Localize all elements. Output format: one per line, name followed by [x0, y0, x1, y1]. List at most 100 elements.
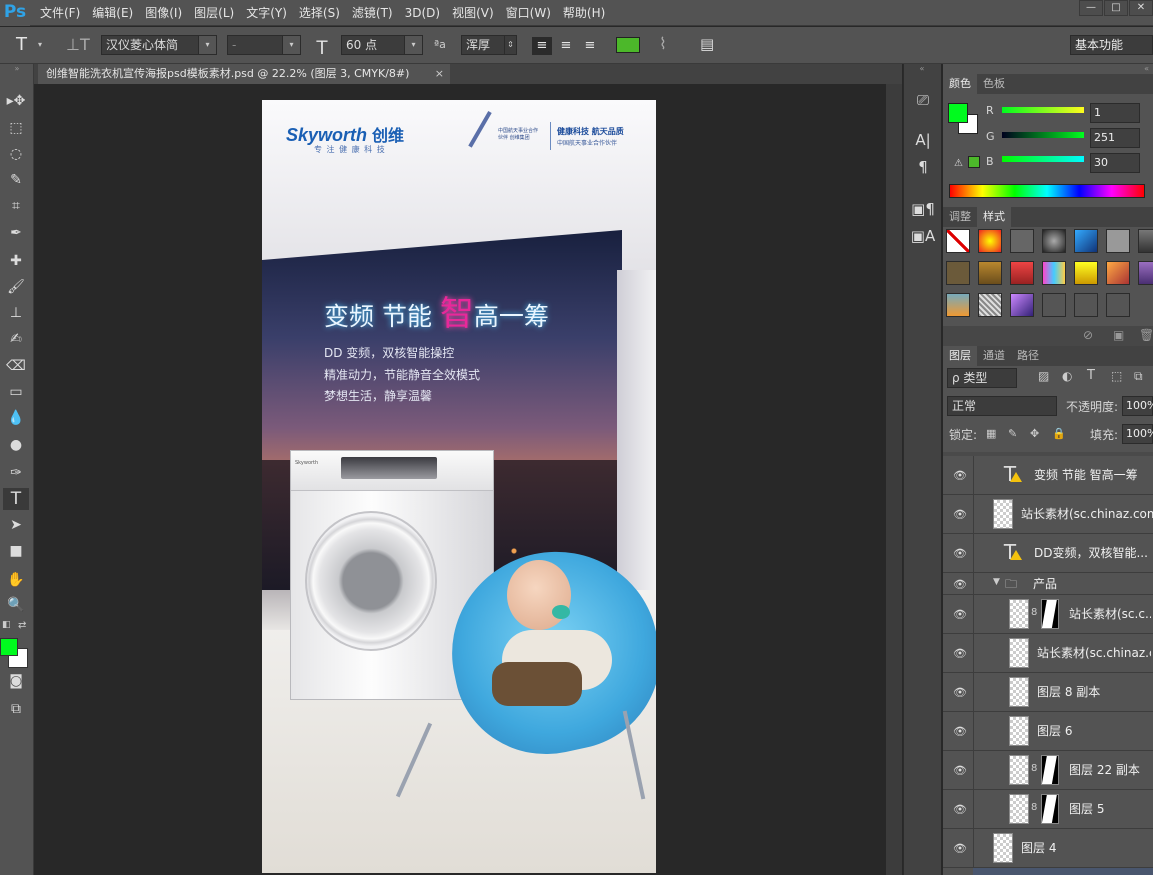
vertical-scrollbar[interactable] — [886, 84, 902, 875]
menu-filter[interactable]: 滤镜(T) — [346, 0, 399, 26]
layer-row[interactable]: 👁 T 变频 节能 智高一筹 — [943, 456, 1153, 495]
tab-paths[interactable]: 路径 — [1011, 346, 1045, 366]
eye-icon[interactable]: 👁 — [953, 686, 967, 699]
poster-canvas[interactable]: Skyworth 创维 专 注 健 康 科 技 中国航天事业合作伙伴 创维集团 … — [262, 100, 656, 873]
maximize-button[interactable]: □ — [1104, 0, 1128, 16]
pen-tool-icon[interactable]: ✑ — [3, 462, 29, 484]
style-preset-swatch[interactable] — [946, 261, 970, 285]
style-preset-swatch[interactable] — [1042, 229, 1066, 253]
eye-icon[interactable]: 👁 — [953, 547, 967, 560]
style-preset-swatch[interactable] — [1106, 293, 1130, 317]
style-preset-swatch[interactable] — [1106, 229, 1130, 253]
history-panel-icon[interactable]: ⎚ — [910, 88, 936, 112]
eye-icon[interactable]: 👁 — [953, 764, 967, 777]
channel-b-input[interactable]: 30 — [1090, 153, 1140, 173]
character-panel-icon[interactable]: ▤ — [700, 35, 714, 53]
eye-icon[interactable]: 👁 — [953, 842, 967, 855]
stamp-tool-icon[interactable]: ⊥ — [3, 302, 29, 324]
chevron-down-icon[interactable]: ▾ — [38, 40, 42, 49]
menu-file[interactable]: 文件(F) — [34, 0, 86, 26]
antialias-select[interactable]: 浑厚 ⇕ — [461, 35, 517, 55]
fill-input[interactable]: 100% — [1122, 424, 1153, 444]
rectangle-tool-icon[interactable]: ■ — [3, 540, 29, 562]
hand-tool-icon[interactable]: ✋ — [3, 569, 29, 591]
layer-row[interactable]: 👁 T DD变频，双核智能... — [943, 534, 1153, 573]
align-center-button[interactable]: ≡ — [556, 37, 576, 55]
eye-icon[interactable]: 👁 — [953, 469, 967, 482]
collapse-icon[interactable]: « — [943, 64, 1153, 74]
style-preset-swatch[interactable] — [1138, 229, 1153, 253]
style-preset-swatch[interactable] — [978, 293, 1002, 317]
layer-row[interactable]: 👁 站长素材(sc.chinaz.c... — [943, 634, 1153, 673]
text-color-swatch[interactable] — [616, 37, 640, 53]
paragraph-panel-icon[interactable]: ¶ — [910, 155, 936, 179]
disclosure-down-icon[interactable]: ▼ — [993, 577, 1000, 587]
minimize-button[interactable]: — — [1079, 0, 1103, 16]
document-tab[interactable]: 创维智能洗衣机宣传海报psd模板素材.psd @ 22.2% (图层 3, CM… — [38, 64, 450, 84]
text-orientation-icon[interactable]: ⊥T — [66, 35, 90, 54]
opacity-input[interactable]: 100% — [1122, 396, 1153, 416]
layer-row[interactable]: 👁 8 图层 22 副本 — [943, 751, 1153, 790]
workspace-select[interactable]: 基本功能 — [1070, 35, 1153, 55]
style-preset-swatch[interactable] — [946, 229, 970, 253]
channel-g-slider[interactable] — [1002, 132, 1084, 138]
tab-adjustments[interactable]: 调整 — [943, 207, 977, 227]
quick-select-tool-icon[interactable]: ✎ — [3, 169, 29, 191]
style-preset-swatch[interactable] — [946, 293, 970, 317]
style-preset-swatch[interactable] — [1010, 293, 1034, 317]
gradient-tool-icon[interactable]: ▭ — [3, 381, 29, 403]
align-left-button[interactable]: ≡ — [532, 37, 552, 55]
menu-3d[interactable]: 3D(D) — [399, 0, 446, 26]
layer-row[interactable]: 👁 图层 4 — [943, 829, 1153, 868]
eye-icon[interactable]: 👁 — [953, 647, 967, 660]
healing-brush-tool-icon[interactable]: ✚ — [3, 250, 29, 272]
lock-position-icon[interactable]: ✥ — [1030, 427, 1039, 440]
type-tool-preset-icon[interactable]: T — [16, 34, 27, 55]
menu-edit[interactable]: 编辑(E) — [86, 0, 139, 26]
eye-icon[interactable]: 👁 — [953, 508, 967, 521]
warp-text-icon[interactable]: ⌇ — [659, 34, 667, 53]
eyedropper-tool-icon[interactable]: ✒ — [3, 222, 29, 244]
layer-row[interactable]: 👁 图层 8 副本 — [943, 673, 1153, 712]
lasso-tool-icon[interactable]: ◌ — [3, 143, 29, 165]
tab-color[interactable]: 颜色 — [943, 74, 977, 94]
filter-type-icon[interactable]: T — [1087, 368, 1095, 383]
style-preset-swatch[interactable] — [978, 261, 1002, 285]
filter-pixel-icon[interactable]: ▨ — [1038, 369, 1049, 383]
menu-view[interactable]: 视图(V) — [446, 0, 500, 26]
panel-fg-swatch[interactable] — [948, 103, 968, 123]
layer-row[interactable]: 👁 8 站长素材(sc.c... — [943, 595, 1153, 634]
style-preset-swatch[interactable] — [1074, 293, 1098, 317]
layer-row[interactable]: 👁 图层 6 — [943, 712, 1153, 751]
style-preset-swatch[interactable] — [1106, 261, 1130, 285]
filter-smart-object-icon[interactable]: ⧉ — [1134, 369, 1143, 384]
trash-icon[interactable]: 🗑 — [1139, 328, 1153, 342]
tab-swatches[interactable]: 色板 — [977, 74, 1011, 94]
eye-icon[interactable]: 👁 — [953, 608, 967, 621]
font-style-select[interactable]: - ▾ — [227, 35, 301, 55]
lock-all-icon[interactable]: 🔒 — [1052, 427, 1066, 440]
swap-colors-icon[interactable]: ⇄ — [18, 620, 26, 631]
new-style-icon[interactable]: ▣ — [1113, 328, 1124, 342]
crop-tool-icon[interactable]: ⌗ — [3, 195, 29, 217]
web-safe-swatch[interactable] — [968, 156, 980, 168]
menu-help[interactable]: 帮助(H) — [557, 0, 611, 26]
style-preset-swatch[interactable] — [1138, 261, 1153, 285]
quick-mask-icon[interactable]: ◙ — [3, 670, 29, 692]
layer-row[interactable]: 👁 站长素材(sc.chinaz.com) — [943, 495, 1153, 534]
style-preset-swatch[interactable] — [1010, 229, 1034, 253]
paragraph-styles-icon[interactable]: ▣¶ — [910, 197, 936, 221]
character-panel-icon[interactable]: A| — [910, 128, 936, 152]
history-brush-tool-icon[interactable]: ✍ — [3, 328, 29, 350]
tab-channels[interactable]: 通道 — [977, 346, 1011, 366]
menu-layer[interactable]: 图层(L) — [188, 0, 240, 26]
default-colors-icon[interactable]: ◧ — [2, 620, 11, 630]
zoom-tool-icon[interactable]: 🔍 — [3, 594, 29, 616]
collapse-icon[interactable]: « — [903, 64, 941, 74]
style-preset-swatch[interactable] — [1010, 261, 1034, 285]
tab-close-icon[interactable]: × — [435, 64, 444, 84]
channel-r-slider[interactable] — [1002, 107, 1084, 113]
font-size-select[interactable]: 60 点 ▾ — [341, 35, 423, 55]
screen-mode-icon[interactable]: ⧉ — [3, 698, 29, 720]
selected-layer-row[interactable] — [973, 868, 1153, 875]
